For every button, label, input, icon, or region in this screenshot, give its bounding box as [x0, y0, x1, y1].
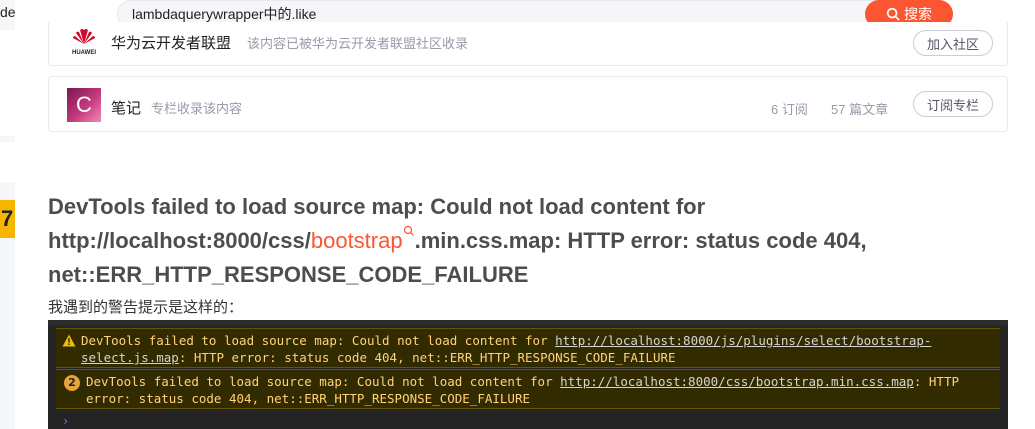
- column-desc: 专栏收录该内容: [151, 101, 243, 116]
- join-community-button[interactable]: 加入社区: [913, 30, 993, 56]
- column-subscribers: 6 订阅: [771, 102, 808, 117]
- keyword-search-icon[interactable]: [403, 225, 415, 237]
- community-card-huawei: HUAWEI 华为云开发者联盟 该内容已被华为云开发者联盟社区收录 加入社区: [48, 22, 1008, 66]
- column-card: C 笔记 专栏收录该内容 6 订阅 57 篇文章 订阅专栏: [48, 76, 1008, 132]
- console-warning-message: DevTools failed to load source map: Coul…: [56, 328, 1000, 368]
- console-screenshot: DevTools failed to load source map: Coul…: [48, 320, 1008, 429]
- warning-icon: [62, 334, 76, 347]
- search-icon: [886, 7, 900, 21]
- left-card: [0, 30, 15, 136]
- left-card: [0, 142, 15, 182]
- msg1-suffix: : HTTP error: status code 404, net::ERR_…: [178, 350, 676, 365]
- msg2-prefix: DevTools failed to load source map: Coul…: [86, 374, 561, 389]
- column-article-count: 57 篇文章: [831, 102, 889, 117]
- huawei-logo-icon: [73, 29, 95, 44]
- community-desc: 该内容已被华为云开发者联盟社区收录: [247, 36, 469, 51]
- rank-badge: 7: [0, 200, 15, 238]
- search-button-label: 搜索: [904, 6, 932, 22]
- article-intro: 我遇到的警告提示是这样的：: [48, 299, 244, 316]
- huawei-logo-text: HUAWEI: [72, 50, 96, 56]
- column-title[interactable]: 笔记: [111, 97, 141, 118]
- msg2-link[interactable]: http://localhost:8000/css/bootstrap.min.…: [560, 374, 914, 389]
- column-avatar[interactable]: C: [67, 88, 101, 122]
- community-title[interactable]: 华为云开发者联盟: [111, 32, 231, 53]
- msg1-prefix: DevTools failed to load source map: Coul…: [81, 333, 556, 348]
- article-heading: DevTools failed to load source map: Coul…: [48, 190, 1008, 292]
- console-warning-message: 2 DevTools failed to load source map: Co…: [56, 369, 1000, 409]
- heading-keyword-link[interactable]: bootstrap: [311, 228, 403, 253]
- subscribe-column-button[interactable]: 订阅专栏: [913, 91, 993, 117]
- repeat-count-badge: 2: [64, 375, 80, 391]
- console-top-edge: [48, 320, 1008, 326]
- console-prompt[interactable]: ›: [62, 414, 69, 428]
